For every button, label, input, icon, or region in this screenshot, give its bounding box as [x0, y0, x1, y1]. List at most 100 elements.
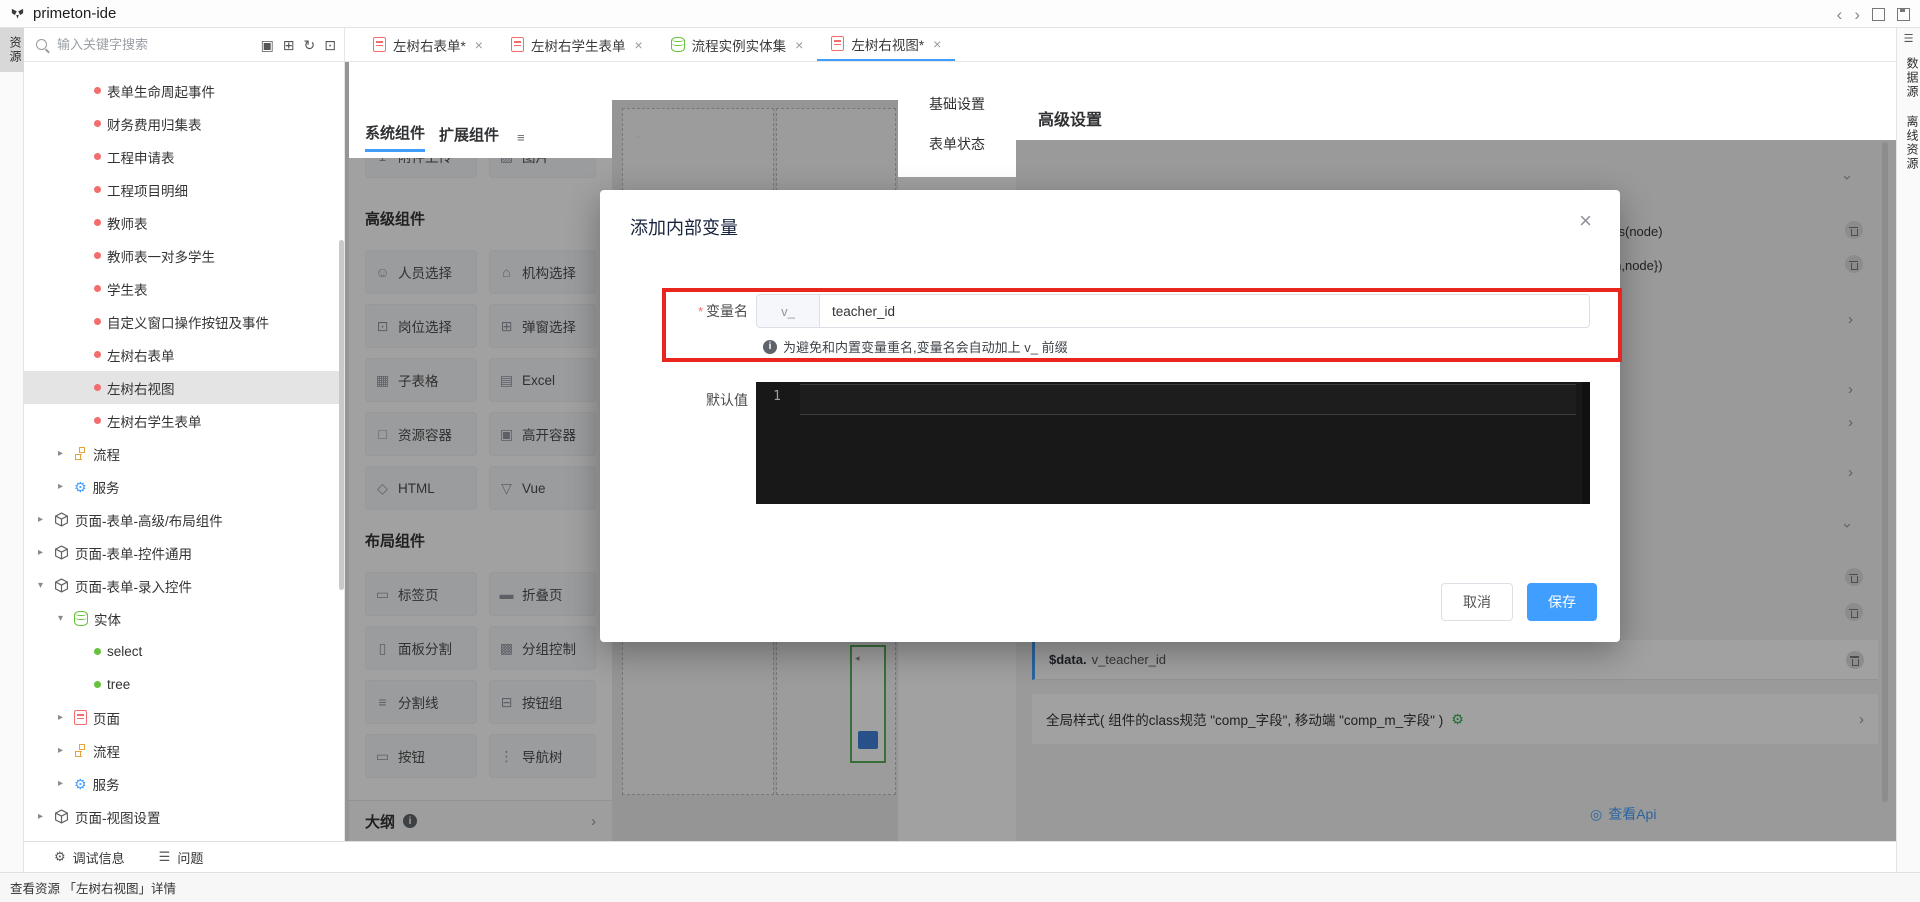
add-internal-variable-dialog: 添加内部变量 × *变量名 v_ i 为避免和内置变量重名,变量名会自动加上 v… — [600, 190, 1622, 642]
close-tab-icon[interactable]: × — [933, 36, 941, 52]
close-tab-icon[interactable]: × — [475, 37, 483, 53]
tab-label: 流程实例实体集 — [691, 38, 787, 54]
search-input[interactable] — [55, 36, 209, 53]
close-tab-icon[interactable]: × — [634, 37, 642, 53]
expand-arrow-icon[interactable]: ▸ — [58, 712, 74, 723]
tree-item[interactable]: 教师表一对多学生 — [24, 239, 344, 272]
expand-arrow-icon[interactable]: ▸ — [58, 778, 74, 789]
form-dot-icon — [94, 252, 101, 259]
tree-item[interactable]: 学生表 — [24, 272, 344, 305]
refresh-icon[interactable]: ↻ — [304, 38, 316, 52]
issues-icon: ☰ — [158, 849, 171, 864]
expand-arrow-icon[interactable]: ▸ — [58, 448, 74, 459]
tree-item-page[interactable]: ▸ 页面 — [24, 701, 344, 734]
variable-name-input[interactable] — [820, 294, 1590, 328]
nav-back-icon[interactable]: ‹ — [1837, 6, 1843, 23]
palette-tab-extension[interactable]: 扩展组件 — [439, 124, 499, 151]
status-bar: 查看资源 「左树右视图」详情 — [0, 872, 1920, 902]
required-mark: * — [697, 304, 703, 319]
form-dot-icon — [94, 351, 101, 358]
package-icon — [55, 512, 68, 527]
leaf-dot-icon — [94, 681, 101, 688]
expand-arrow-icon[interactable]: ▸ — [38, 547, 54, 558]
default-value-label: 默认值 — [706, 392, 748, 408]
tree-item[interactable]: 教师表 — [24, 206, 344, 239]
tree-item-view-settings[interactable]: ▸ 页面-视图设置 — [24, 800, 344, 833]
collapse-arrow-icon[interactable]: ▾ — [38, 580, 54, 591]
tree-scrollbar[interactable] — [339, 240, 344, 590]
save-button[interactable]: 保存 — [1527, 583, 1597, 621]
status-text: 查看资源 「左树右视图」详情 — [10, 882, 176, 896]
tree-item-package[interactable]: ▸ 页面-表单-高级/布局组件 — [24, 503, 344, 536]
tab-label: 左树右表单* — [393, 38, 466, 54]
hint-text: 为避免和内置变量重名,变量名会自动加上 v_ 前缀 — [783, 340, 1068, 355]
tree-item-selected[interactable]: 左树右视图 — [24, 371, 344, 404]
tree-item-tree[interactable]: tree — [24, 668, 344, 701]
tree-item[interactable]: 财务费用归集表 — [24, 107, 344, 140]
debug-bar: ⚙ 调试信息 ☰ 问题 — [24, 841, 1896, 872]
dock-tab-datasource[interactable]: 数据源 — [1897, 49, 1920, 107]
expand-arrow-icon[interactable]: ▸ — [58, 481, 74, 492]
package-icon — [55, 809, 68, 824]
right-dock: ☰ 数据源 离线资源 — [1896, 28, 1920, 902]
tree-item-process[interactable]: ▸ 流程 — [24, 437, 344, 470]
restore-window-icon[interactable] — [1872, 7, 1885, 21]
cancel-button[interactable]: 取消 — [1441, 583, 1513, 621]
collapse-arrow-icon[interactable]: ▾ — [58, 613, 74, 624]
palette-tab-system[interactable]: 系统组件 — [365, 122, 426, 152]
form-dot-icon — [94, 384, 101, 391]
tree-item-package[interactable]: ▸ 页面-表单-控件通用 — [24, 536, 344, 569]
advanced-settings-header: 高级设置 — [1016, 62, 1896, 140]
tree-item-select[interactable]: select — [24, 635, 344, 668]
locate-file-icon[interactable]: ▣ — [261, 38, 274, 52]
tab-form-state[interactable]: 表单状态 — [898, 124, 1016, 164]
tree-item-package-expanded[interactable]: ▾ 页面-表单-录入控件 — [24, 569, 344, 602]
form-dot-icon — [94, 318, 101, 325]
tree-item[interactable]: 自定义窗口操作按钮及事件 — [24, 305, 344, 338]
expand-arrow-icon[interactable]: ▸ — [38, 811, 54, 822]
tab-left-tree-view[interactable]: 左树右视图* × — [817, 28, 956, 61]
tree-item-entity[interactable]: ▾ 实体 — [24, 602, 344, 635]
package-icon — [55, 578, 68, 593]
tab-label: 左树右学生表单 — [530, 38, 626, 54]
collapse-all-icon[interactable]: ⊡ — [324, 38, 336, 52]
default-value-code-editor[interactable]: 1 — [756, 382, 1590, 504]
expand-arrow-icon[interactable]: ▸ — [38, 514, 54, 525]
form-dot-icon — [94, 87, 101, 94]
dialog-title: 添加内部变量 — [630, 218, 738, 238]
issues-item[interactable]: ☰ 问题 — [159, 848, 204, 867]
tree-item[interactable]: 左树右表单 — [24, 338, 344, 371]
expand-arrow-icon[interactable]: ▸ — [58, 745, 74, 756]
tree-item[interactable]: 左树右学生表单 — [24, 404, 344, 437]
app-title: primeton-ide — [33, 5, 117, 22]
tree-item-service[interactable]: ▸ ⚙ 服务 — [24, 470, 344, 503]
tab-basic-settings[interactable]: 基础设置 — [898, 84, 1016, 124]
editor-tab-bar: 左树右表单* × 左树右学生表单 × 流程实例实体集 × 左树右视图* × — [345, 28, 1896, 62]
gear-icon: ⚙ — [74, 478, 87, 495]
palette-menu-icon[interactable]: ≡ — [517, 130, 525, 145]
dock-menu-icon[interactable]: ☰ — [1897, 28, 1920, 49]
palette-collapse-icon[interactable]: › — [630, 134, 647, 139]
tab-left-tree-student-form[interactable]: 左树右学生表单 × — [497, 28, 657, 61]
info-icon: i — [763, 339, 777, 354]
dock-tab-resources[interactable]: 资源 — [0, 28, 24, 72]
tree-item[interactable]: 工程申请表 — [24, 140, 344, 173]
tree-item[interactable]: 工程项目明细 — [24, 173, 344, 206]
issues-label: 问题 — [177, 850, 204, 866]
nav-forward-icon[interactable]: › — [1854, 6, 1860, 23]
close-dialog-icon[interactable]: × — [1579, 210, 1592, 232]
tab-process-instance-entity[interactable]: 流程实例实体集 × — [657, 28, 818, 61]
process-icon — [74, 447, 87, 460]
new-folder-icon[interactable]: ⊞ — [283, 38, 295, 52]
close-tab-icon[interactable]: × — [795, 37, 803, 53]
tree-item[interactable]: 表单生命周起事件 — [24, 74, 344, 107]
tab-left-tree-form[interactable]: 左树右表单* × — [359, 28, 497, 61]
properties-tabs: 基础设置 表单状态 — [898, 62, 1016, 177]
debug-info-item[interactable]: ⚙ 调试信息 — [54, 848, 125, 867]
tree-item-service[interactable]: ▸ ⚙ 服务 — [24, 767, 344, 800]
tree-item-process[interactable]: ▸ 流程 — [24, 734, 344, 767]
save-icon[interactable] — [1897, 7, 1910, 21]
canvas-header — [612, 62, 898, 100]
palette-header: 系统组件 扩展组件 ≡ › — [349, 62, 647, 158]
dock-tab-offline-resources[interactable]: 离线资源 — [1897, 107, 1920, 179]
